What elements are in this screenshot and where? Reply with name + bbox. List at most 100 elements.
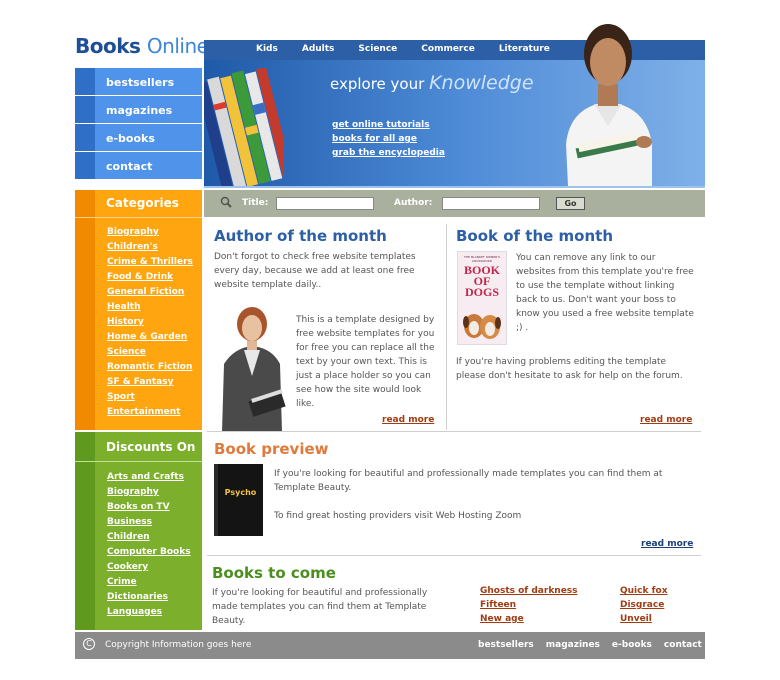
categories-list: Biography Children's Crime & Thrillers F… — [107, 227, 193, 422]
book-link[interactable]: Quick fox — [620, 586, 668, 596]
discount-link[interactable]: Children — [107, 532, 191, 547]
author-woman-photo — [222, 307, 286, 432]
dogs-illustration — [463, 314, 501, 339]
footer-link-magazines[interactable]: magazines — [546, 640, 600, 650]
book-preview-p2: To find great hosting providers visit We… — [274, 511, 522, 521]
category-link[interactable]: Sport — [107, 392, 193, 407]
discount-link[interactable]: Crime — [107, 577, 191, 592]
top-nav-literature[interactable]: Literature — [499, 44, 550, 54]
category-link[interactable]: Entertainment — [107, 407, 193, 422]
book-preview-title: Book preview — [214, 440, 329, 458]
book-link[interactable]: Fifteen — [480, 600, 516, 610]
content-column-divider — [446, 224, 447, 430]
categories-divider — [75, 217, 202, 218]
discounts-title: Discounts On — [106, 440, 196, 454]
category-link[interactable]: Children's — [107, 242, 193, 257]
discounts-divider — [75, 461, 202, 462]
books-to-come-body: If you're looking for beautiful and prof… — [212, 588, 428, 626]
search-icon — [220, 196, 232, 208]
left-menu-ebooks[interactable]: e-books — [75, 124, 202, 152]
left-menu-contact[interactable]: contact — [75, 152, 202, 180]
discount-link[interactable]: Business — [107, 517, 191, 532]
category-link[interactable]: Romantic Fiction — [107, 362, 193, 377]
section-divider — [207, 431, 701, 432]
discounts-list: Arts and Crafts Biography Books on TV Bu… — [107, 472, 191, 622]
category-link[interactable]: Health — [107, 302, 193, 317]
discount-link[interactable]: Languages — [107, 607, 191, 622]
menu-bar — [75, 68, 95, 95]
book-month-read-more-link[interactable]: read more — [640, 415, 692, 425]
psycho-cover-title: Psycho — [224, 488, 257, 497]
category-link[interactable]: Home & Garden — [107, 332, 193, 347]
categories-title: Categories — [106, 196, 179, 210]
site-logo[interactable]: Books Online — [75, 34, 209, 58]
author-month-intro: Don't forgot to check free website templ… — [214, 252, 416, 290]
discount-link[interactable]: Biography — [107, 487, 191, 502]
books-stack-illustration — [204, 68, 284, 186]
book-link[interactable]: Ghosts of darkness — [480, 586, 578, 596]
top-nav-commerce[interactable]: Commerce — [421, 44, 475, 54]
title-input[interactable] — [276, 197, 374, 210]
left-menu-label: magazines — [106, 104, 173, 117]
section-divider — [207, 555, 701, 556]
category-link[interactable]: Science — [107, 347, 193, 362]
books-to-come-title: Books to come — [212, 564, 336, 582]
banner-divider — [204, 186, 705, 188]
category-link[interactable]: SF & Fantasy — [107, 377, 193, 392]
author-input[interactable] — [442, 197, 540, 210]
logo-part2: Online — [146, 34, 209, 58]
top-nav-adults[interactable]: Adults — [302, 44, 335, 54]
cover-title: BOOK OF DOGS — [463, 263, 500, 299]
discount-link[interactable]: Arts and Crafts — [107, 472, 191, 487]
left-menu: bestsellers magazines e-books contact — [75, 68, 202, 180]
explore-text: explore your — [330, 75, 425, 93]
knowledge-text: Knowledge — [429, 72, 534, 94]
category-link[interactable]: General Fiction — [107, 287, 193, 302]
banner-link-books-all-age[interactable]: books for all age — [332, 134, 417, 144]
top-nav: Kids Adults Science Commerce Literature — [256, 44, 574, 54]
dogs-book-cover: THE BLANKET OWNER'S CROSSWORD BOOK OF DO… — [457, 251, 507, 345]
book-link[interactable]: Unveil — [620, 614, 652, 624]
book-preview-read-more-link[interactable]: read more — [641, 539, 693, 549]
category-link[interactable]: Food & Drink — [107, 272, 193, 287]
copyright-text: Copyright Information goes here — [105, 640, 252, 650]
author-month-title: Author of the month — [214, 227, 387, 245]
left-menu-magazines[interactable]: magazines — [75, 96, 202, 124]
title-label: Title: — [242, 198, 269, 208]
book-link[interactable]: Disgrace — [620, 600, 664, 610]
book-link[interactable]: New age — [480, 614, 524, 624]
book-month-title: Book of the month — [456, 227, 614, 245]
banner-link-encyclopedia[interactable]: grab the encyclopedia — [332, 148, 445, 158]
footer-link-ebooks[interactable]: e-books — [612, 640, 652, 650]
categories-strip — [75, 190, 95, 430]
footer-link-bestsellers[interactable]: bestsellers — [478, 640, 534, 650]
author-month-body: This is a template designed by free webs… — [296, 315, 435, 409]
left-menu-bestsellers[interactable]: bestsellers — [75, 68, 202, 96]
footer-link-contact[interactable]: contact — [664, 640, 702, 650]
menu-bar — [75, 152, 95, 179]
book-preview-p1: If you're looking for beautiful and prof… — [274, 469, 663, 493]
logo-part1: Books — [75, 34, 141, 58]
psycho-book-cover: Psycho — [214, 464, 263, 536]
cover-caption: THE BLANKET OWNER'S CROSSWORD — [464, 255, 500, 263]
top-nav-science[interactable]: Science — [358, 44, 397, 54]
author-label: Author: — [394, 198, 433, 208]
discount-link[interactable]: Cookery — [107, 562, 191, 577]
go-button[interactable]: Go — [556, 197, 585, 210]
banner-link-tutorials[interactable]: get online tutorials — [332, 120, 430, 130]
category-link[interactable]: Crime & Thrillers — [107, 257, 193, 272]
top-nav-kids[interactable]: Kids — [256, 44, 278, 54]
category-link[interactable]: History — [107, 317, 193, 332]
banner-headline: explore your Knowledge — [330, 72, 534, 94]
book-month-body2: If you're having problems editing the te… — [456, 357, 683, 381]
discount-link[interactable]: Books on TV — [107, 502, 191, 517]
author-read-more-link[interactable]: read more — [382, 415, 434, 425]
discount-link[interactable]: Dictionaries — [107, 592, 191, 607]
category-link[interactable]: Biography — [107, 227, 193, 242]
menu-bar — [75, 96, 95, 123]
discount-link[interactable]: Computer Books — [107, 547, 191, 562]
student-girl-photo — [566, 24, 652, 186]
book-month-body: You can remove any link to our websites … — [516, 253, 694, 333]
left-menu-label: contact — [106, 160, 153, 173]
copyright-icon: C — [83, 638, 95, 650]
